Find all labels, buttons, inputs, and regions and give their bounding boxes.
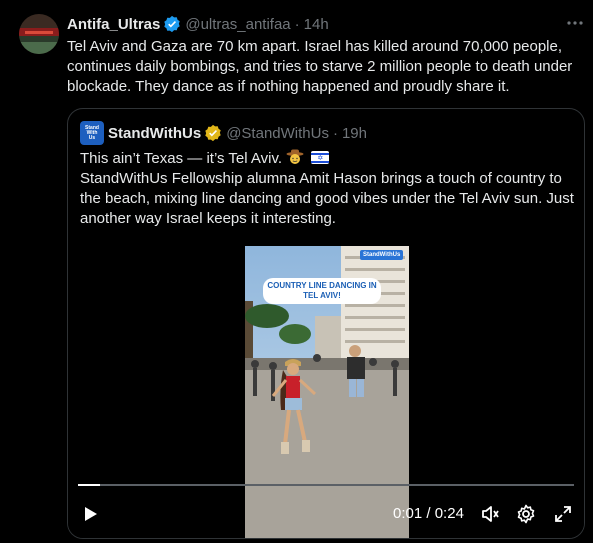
quoted-avatar[interactable]: Stand With Us xyxy=(80,121,104,145)
fullscreen-icon[interactable] xyxy=(553,504,573,529)
video-overlay-label: COUNTRY LINE DANCING IN TEL AVIV! xyxy=(263,278,381,304)
video-player[interactable]: StandWithUs COUNTRY LINE DANCING IN TEL … xyxy=(68,246,584,538)
current-time: 0:01 xyxy=(393,505,423,522)
progress-bar[interactable] xyxy=(78,484,574,486)
progress-fill xyxy=(78,484,101,486)
timestamp[interactable]: 14h xyxy=(304,16,329,33)
settings-icon[interactable] xyxy=(516,504,536,529)
tweet-header: Antifa_Ultras @ultras_antifaa · 14h xyxy=(67,14,329,34)
quoted-line-2: StandWithUs Fellowship alumna Amit Hason… xyxy=(80,170,574,227)
gold-verified-badge-icon[interactable] xyxy=(204,124,222,142)
play-icon[interactable] xyxy=(80,504,100,529)
quoted-text: This ain’t Texas — it’s Tel Aviv. ✡ Stan… xyxy=(80,149,580,229)
time-separator: / xyxy=(422,505,435,522)
time-display: 0:01 / 0:24 xyxy=(393,505,464,522)
separator: · xyxy=(332,124,338,142)
more-icon[interactable] xyxy=(566,14,584,32)
verified-badge-icon[interactable] xyxy=(163,15,181,33)
brand-tag: StandWithUs xyxy=(360,250,404,260)
duration: 0:24 xyxy=(434,505,464,522)
video-frame[interactable]: StandWithUs COUNTRY LINE DANCING IN TEL … xyxy=(245,246,409,538)
israel-flag-emoji: ✡ xyxy=(311,151,330,164)
tweet[interactable]: Antifa_Ultras @ultras_antifaa · 14h Tel … xyxy=(0,0,593,543)
handle[interactable]: @ultras_antifaa xyxy=(185,16,290,33)
volume-icon[interactable] xyxy=(480,504,500,529)
avatar[interactable] xyxy=(19,14,59,54)
quoted-handle[interactable]: @StandWithUs xyxy=(226,125,329,142)
display-name[interactable]: Antifa_Ultras xyxy=(67,16,160,33)
quoted-line-1: This ain’t Texas — it’s Tel Aviv. xyxy=(80,150,283,167)
quoted-timestamp[interactable]: 19h xyxy=(342,125,367,142)
quoted-tweet[interactable]: Stand With Us StandWithUs @StandWithUs ·… xyxy=(67,108,585,539)
separator: · xyxy=(294,15,300,33)
quoted-display-name[interactable]: StandWithUs xyxy=(108,125,201,142)
tweet-text: Tel Aviv and Gaza are 70 km apart. Israe… xyxy=(67,38,573,95)
quoted-header: Stand With Us StandWithUs @StandWithUs ·… xyxy=(80,121,367,145)
avatar-text: Us xyxy=(88,134,96,141)
cowboy-face-emoji xyxy=(286,149,304,165)
